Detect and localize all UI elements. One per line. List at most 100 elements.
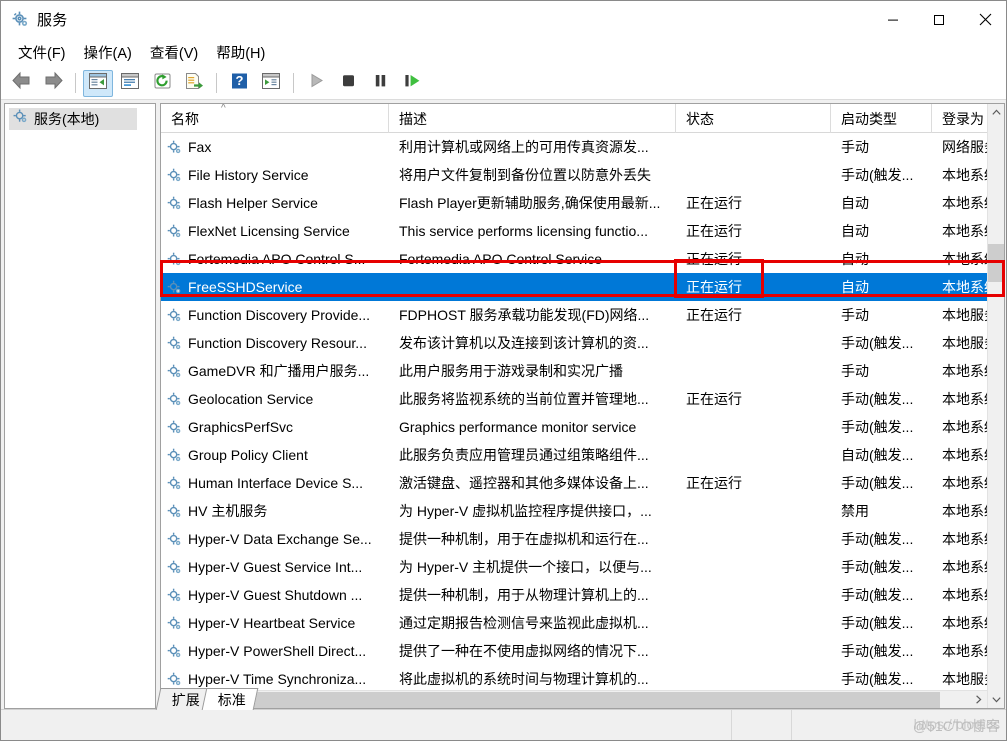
status-bar: https://blog.cs @51CTO博客 [1, 709, 1006, 740]
back-button[interactable] [6, 70, 36, 97]
tab-extended-label: 扩展 [171, 691, 200, 708]
table-row[interactable]: Fax 利用计算机或网络上的可用传真资源发... 手动 网络服务 [161, 133, 1004, 161]
cell-status: 正在运行 [686, 223, 742, 239]
service-name-label: Hyper-V PowerShell Direct... [188, 643, 367, 659]
table-row[interactable]: File History Service 将用户文件复制到备份位置以防意外丢失 手动… [161, 161, 1004, 189]
menu-help[interactable]: 帮助(H) [207, 39, 274, 66]
table-row[interactable]: FreeSSHDService 正在运行 自动 本地系统 [161, 273, 1004, 301]
service-name-label: FlexNet Licensing Service [188, 223, 350, 239]
cell-description: 提供一种机制，用于从物理计算机上的... [399, 587, 649, 603]
cell-status [676, 329, 831, 357]
table-row[interactable]: Hyper-V Data Exchange Se... 提供一种机制，用于在虚拟机… [161, 525, 1004, 553]
table-row[interactable]: Function Discovery Provide... FDPHOST 服务承… [161, 301, 1004, 329]
cell-logon: 本地服务 [942, 671, 994, 687]
cell-status: 正在运行 [686, 279, 742, 295]
cell-description: 为 Hyper-V 主机提供一个接口，以便与... [399, 559, 652, 575]
horizontal-scrollbar[interactable] [161, 690, 1004, 708]
cell-name: Hyper-V Guest Shutdown ... [161, 581, 389, 609]
minimize-button[interactable] [870, 1, 916, 38]
column-header-startup-type[interactable]: 启动类型 [831, 104, 932, 133]
menu-action[interactable]: 操作(A) [75, 39, 141, 66]
table-row[interactable]: HV 主机服务 为 Hyper-V 虚拟机监控程序提供接口，... 禁用 本地系统 [161, 497, 1004, 525]
refresh-button[interactable] [147, 70, 177, 97]
table-row[interactable]: Hyper-V Time Synchroniza... 将此虚拟机的系统时间与物理… [161, 665, 1004, 690]
column-header-logon-as[interactable]: 登录为 [932, 104, 994, 133]
service-gear-icon [167, 224, 182, 239]
cell-description: 激活键盘、遥控器和其他多媒体设备上... [399, 475, 649, 491]
cell-startup: 手动(触发... [841, 475, 914, 491]
pause-service-button[interactable] [365, 70, 395, 97]
tab-standard[interactable]: 标准 [201, 688, 259, 710]
cell-logon: 本地系统 [942, 391, 994, 407]
start-service-button[interactable] [301, 70, 331, 97]
table-row[interactable]: Hyper-V Heartbeat Service 通过定期报告检测信号来监视此虚… [161, 609, 1004, 637]
properties-button[interactable] [115, 70, 145, 97]
menu-view[interactable]: 查看(V) [141, 39, 207, 66]
cell-logon: 本地系统 [942, 251, 994, 267]
toolbar-separator [216, 73, 217, 93]
cell-logon: 本地系统 [942, 363, 994, 379]
help-button[interactable]: ? [224, 70, 254, 97]
cell-startup: 自动 [841, 195, 869, 211]
service-name-label: Hyper-V Guest Shutdown ... [188, 587, 363, 603]
service-gear-icon [167, 252, 182, 267]
service-name-label: Hyper-V Guest Service Int... [188, 559, 363, 575]
scrollbar-thumb[interactable] [988, 244, 1004, 282]
table-row[interactable]: Hyper-V PowerShell Direct... 提供了一种在不使用虚拟网… [161, 637, 1004, 665]
show-action-pane-button[interactable] [256, 70, 286, 97]
table-row[interactable]: Fortemedia APO Control S... Fortemedia AP… [161, 245, 1004, 273]
cell-logon: 本地系统 [942, 559, 994, 575]
menu-file[interactable]: 文件(F) [9, 39, 75, 66]
restart-service-button[interactable] [397, 70, 427, 97]
scroll-right-button[interactable] [970, 691, 987, 708]
vertical-scrollbar[interactable] [987, 104, 1004, 708]
column-header-description[interactable]: 描述 [389, 104, 676, 133]
stop-service-button[interactable] [333, 70, 363, 97]
toolbar: ? [1, 67, 1006, 100]
export-list-button[interactable] [179, 70, 209, 97]
table-row[interactable]: Geolocation Service 此服务将监视系统的当前位置并管理地... 正… [161, 385, 1004, 413]
table-row[interactable]: Hyper-V Guest Service Int... 为 Hyper-V 主机… [161, 553, 1004, 581]
properties-icon [120, 72, 140, 95]
table-row[interactable]: GraphicsPerfSvc Graphics performance moni… [161, 413, 1004, 441]
show-hide-tree-button[interactable] [83, 69, 113, 97]
column-header-name[interactable]: 名称 ^ [161, 104, 389, 133]
cell-status [676, 161, 831, 189]
close-button[interactable] [962, 1, 1006, 38]
cell-status [676, 609, 831, 637]
cell-name: Group Policy Client [161, 441, 389, 469]
restart-icon [403, 72, 422, 94]
forward-button[interactable] [38, 70, 68, 97]
tree-item-label: 服务(本地) [34, 111, 100, 127]
cell-status: 正在运行 [686, 475, 742, 491]
svg-text:?: ? [235, 73, 243, 88]
cell-startup: 手动(触发... [841, 419, 914, 435]
services-gear-icon [11, 11, 29, 29]
cell-startup: 手动 [841, 139, 869, 155]
window-controls [870, 1, 1006, 38]
table-row[interactable]: Function Discovery Resour... 发布该计算机以及连接到该… [161, 329, 1004, 357]
tree-item-services-local[interactable]: 服务(本地) [9, 108, 137, 130]
hscrollbar-thumb[interactable] [178, 692, 940, 708]
service-gear-icon [167, 168, 182, 183]
table-row[interactable]: Human Interface Device S... 激活键盘、遥控器和其他多媒… [161, 469, 1004, 497]
table-row[interactable]: Flash Helper Service Flash Player更新辅助服务,确… [161, 189, 1004, 217]
scroll-down-button[interactable] [988, 691, 1004, 708]
cell-name: GraphicsPerfSvc [161, 413, 389, 441]
cell-startup: 手动(触发... [841, 167, 914, 183]
service-gear-icon [167, 448, 182, 463]
list-header: 名称 ^ 描述 状态 启动类型 登录为 [161, 104, 1004, 133]
stop-icon [340, 72, 357, 94]
table-row[interactable]: Hyper-V Guest Shutdown ... 提供一种机制，用于从物理计算… [161, 581, 1004, 609]
table-row[interactable]: GameDVR 和广播用户服务... 此用户服务用于游戏录制和实况广播 手动 本地系统 [161, 357, 1004, 385]
maximize-button[interactable] [916, 1, 962, 38]
table-row[interactable]: Group Policy Client 此服务负责应用管理员通过组策略组件... 自… [161, 441, 1004, 469]
service-gear-icon [167, 420, 182, 435]
cell-name: Human Interface Device S... [161, 469, 389, 497]
column-header-status[interactable]: 状态 [676, 104, 831, 133]
cell-description: FDPHOST 服务承载功能发现(FD)网络... [399, 307, 650, 323]
cell-name: Function Discovery Resour... [161, 329, 389, 357]
scroll-up-button[interactable] [988, 104, 1004, 121]
play-icon [308, 72, 325, 94]
table-row[interactable]: FlexNet Licensing Service This service pe… [161, 217, 1004, 245]
